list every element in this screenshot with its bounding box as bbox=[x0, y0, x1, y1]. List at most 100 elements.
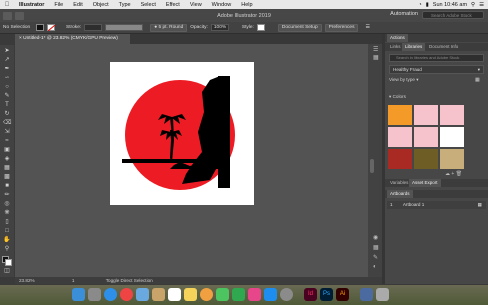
grid-view-icon[interactable]: ▦ bbox=[475, 77, 480, 83]
artwork[interactable] bbox=[110, 62, 254, 205]
wifi-icon[interactable]: ◔ bbox=[418, 2, 421, 8]
spotlight-icon[interactable]: ⚲ bbox=[471, 2, 475, 8]
cloud-icon[interactable]: ☁ bbox=[445, 171, 450, 177]
facetime-icon[interactable] bbox=[232, 288, 245, 301]
stroke-swatch[interactable] bbox=[47, 24, 55, 31]
type-tool-icon[interactable]: T bbox=[3, 102, 11, 109]
shape-builder-tool-icon[interactable]: ◈ bbox=[3, 156, 11, 163]
close-tab-icon[interactable]: × bbox=[19, 36, 22, 41]
eraser-tool-icon[interactable]: ⌫ bbox=[3, 120, 11, 127]
fill-stroke-widget[interactable] bbox=[2, 256, 12, 266]
direct-selection-tool-icon[interactable]: ↗ bbox=[3, 57, 11, 64]
graph-tool-icon[interactable]: ▯ bbox=[3, 219, 11, 226]
properties-icon[interactable]: ☰ bbox=[373, 46, 378, 53]
screen-mode-icon[interactable]: ◫ bbox=[3, 268, 11, 275]
color-swatch[interactable] bbox=[388, 105, 412, 125]
add-icon[interactable]: + bbox=[451, 171, 454, 177]
color-swatch[interactable] bbox=[440, 105, 464, 125]
artboard-list-row[interactable]: 1 Artboard 1 ▦ bbox=[387, 201, 486, 209]
notes-icon[interactable] bbox=[184, 288, 197, 301]
downloads-icon[interactable] bbox=[360, 288, 373, 301]
graphic-style-swatch[interactable] bbox=[256, 24, 265, 31]
menu-help[interactable]: Help bbox=[236, 2, 257, 8]
paintbrush-tool-icon[interactable]: ✎ bbox=[3, 93, 11, 100]
music-icon[interactable] bbox=[248, 288, 261, 301]
library-select[interactable]: Healthy Fraud ▾ bbox=[389, 65, 484, 74]
canvas-area[interactable] bbox=[15, 44, 368, 277]
swatches-icon[interactable]: ▦ bbox=[373, 244, 379, 251]
color-swatch[interactable] bbox=[414, 127, 438, 147]
workspace-switcher[interactable]: Automation bbox=[390, 11, 418, 17]
pen-tool-icon[interactable]: ✒ bbox=[3, 66, 11, 73]
color-swatch[interactable] bbox=[388, 127, 412, 147]
menu-list-icon[interactable]: ☰ bbox=[479, 2, 484, 8]
photoshop-icon[interactable]: Ps bbox=[320, 288, 333, 301]
eyedropper-tool-icon[interactable]: ✏ bbox=[3, 192, 11, 199]
panel-menu-icon[interactable]: ☰ bbox=[365, 25, 369, 30]
appearance-icon[interactable]: ◐ bbox=[373, 264, 377, 270]
color-swatch[interactable] bbox=[414, 149, 438, 169]
menu-window[interactable]: Window bbox=[207, 2, 237, 8]
trash-icon[interactable] bbox=[376, 288, 389, 301]
zoom-level[interactable]: 23.82% bbox=[19, 278, 35, 283]
libraries-tab[interactable]: Libraries bbox=[402, 43, 426, 51]
ellipse-tool-icon[interactable]: ○ bbox=[3, 84, 11, 91]
menu-edit[interactable]: Edit bbox=[68, 2, 87, 8]
artboard-options-icon[interactable]: ▦ bbox=[478, 201, 482, 209]
apple-icon[interactable]:  bbox=[0, 2, 14, 8]
color-panel-icon[interactable]: ◉ bbox=[373, 234, 378, 241]
menu-effect[interactable]: Effect bbox=[161, 2, 185, 8]
zoom-tool-icon[interactable]: ⚲ bbox=[3, 246, 11, 253]
color-swatch[interactable] bbox=[388, 149, 412, 169]
stroke-weight-field[interactable] bbox=[84, 24, 103, 31]
colors-section-header[interactable]: ▾ Colors bbox=[389, 94, 406, 100]
rotate-tool-icon[interactable]: ↻ bbox=[3, 111, 11, 118]
indesign-icon[interactable]: Id bbox=[304, 288, 317, 301]
menu-select[interactable]: Select bbox=[136, 2, 161, 8]
menu-app[interactable]: Illustrator bbox=[14, 2, 49, 8]
document-info-tab[interactable]: Document Info bbox=[426, 43, 461, 51]
variable-width-field[interactable] bbox=[105, 24, 144, 31]
calendar-icon[interactable] bbox=[168, 288, 181, 301]
hand-tool-icon[interactable]: ✋ bbox=[3, 237, 11, 244]
system-preferences-icon[interactable] bbox=[280, 288, 293, 301]
menu-type[interactable]: Type bbox=[114, 2, 136, 8]
app-store-icon[interactable] bbox=[264, 288, 277, 301]
actions-tab[interactable]: Actions bbox=[387, 34, 408, 42]
stock-search-input[interactable]: Search Adobe Stock bbox=[422, 11, 484, 19]
document-tab[interactable]: × Untitled-1* @ 23.82% (CMYK/GPU Preview… bbox=[15, 34, 130, 44]
mesh-tool-icon[interactable]: ▩ bbox=[3, 174, 11, 181]
brush-definition[interactable]: ● 5 pt. Round bbox=[150, 23, 188, 32]
artboards-tab[interactable]: Artboards bbox=[387, 190, 413, 198]
safari-icon[interactable] bbox=[104, 288, 117, 301]
finder-icon[interactable] bbox=[72, 288, 85, 301]
trash-icon[interactable]: 🗑 bbox=[456, 171, 462, 177]
menu-file[interactable]: File bbox=[49, 2, 68, 8]
free-transform-tool-icon[interactable]: ▣ bbox=[3, 147, 11, 154]
color-swatch[interactable] bbox=[414, 105, 438, 125]
illustrator-icon[interactable]: Ai bbox=[336, 288, 349, 301]
gradient-tool-icon[interactable]: ■ bbox=[3, 183, 11, 190]
layers-icon[interactable]: ▦ bbox=[373, 54, 379, 61]
contacts-icon[interactable] bbox=[152, 288, 165, 301]
brushes-icon[interactable]: ✎ bbox=[373, 254, 378, 261]
fill-swatch[interactable] bbox=[36, 24, 44, 31]
messages-icon[interactable] bbox=[216, 288, 229, 301]
menu-view[interactable]: View bbox=[185, 2, 207, 8]
artboard[interactable] bbox=[110, 62, 254, 205]
color-swatch[interactable] bbox=[440, 149, 464, 169]
color-swatch[interactable] bbox=[440, 127, 464, 147]
selection-tool-icon[interactable]: ➤ bbox=[3, 48, 11, 55]
curvature-tool-icon[interactable]: ∽ bbox=[3, 75, 11, 82]
asset-export-tab[interactable]: Asset Export bbox=[409, 179, 441, 187]
opacity-field[interactable]: 100% bbox=[210, 24, 229, 31]
artboard-tool-icon[interactable]: □ bbox=[3, 228, 11, 235]
photos-icon[interactable] bbox=[200, 288, 213, 301]
blend-tool-icon[interactable]: ◎ bbox=[3, 201, 11, 208]
preferences-button[interactable]: Preferences bbox=[324, 23, 359, 32]
variables-tab[interactable]: Variables bbox=[387, 179, 411, 187]
symbol-sprayer-tool-icon[interactable]: ❋ bbox=[3, 210, 11, 217]
view-by-type-select[interactable]: View by type ▾ bbox=[389, 77, 419, 83]
chrome-icon[interactable] bbox=[120, 288, 133, 301]
current-tool-status[interactable]: Toggle Direct Selection bbox=[106, 278, 153, 283]
